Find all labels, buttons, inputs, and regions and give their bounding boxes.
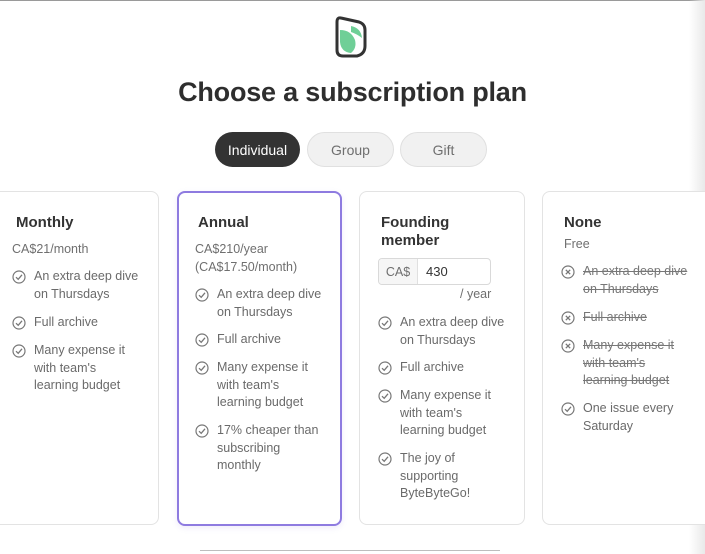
feature-text: The joy of supporting ByteByteGo! xyxy=(400,451,471,500)
check-circle-icon xyxy=(561,402,575,416)
check-circle-icon xyxy=(195,333,209,347)
plan-price-none: Free xyxy=(564,237,590,251)
check-circle-icon xyxy=(195,361,209,375)
tab-individual[interactable]: Individual xyxy=(215,132,300,167)
feature-text: Full archive xyxy=(217,332,281,346)
currency-label: CA$ xyxy=(379,259,418,284)
check-circle-icon xyxy=(12,344,26,358)
check-circle-icon xyxy=(12,270,26,284)
amount-input[interactable] xyxy=(418,259,490,284)
check-circle-icon xyxy=(378,452,392,466)
feature-text: Many expense it with team's learning bud… xyxy=(217,360,309,409)
plan-name-founding: Founding xyxy=(381,214,450,231)
feature-text: Full archive xyxy=(34,315,98,329)
plan-name-none: None xyxy=(564,214,602,231)
feature-text: An extra deep dive on Thursdays xyxy=(400,315,505,347)
continue-button-edge[interactable] xyxy=(200,550,500,554)
feature-text: Many expense it with team's learning bud… xyxy=(583,338,675,387)
tab-group[interactable]: Group xyxy=(307,132,394,167)
plan-name-member: member xyxy=(381,232,440,249)
founding-amount-field[interactable]: CA$ xyxy=(378,258,491,285)
check-circle-icon xyxy=(378,361,392,375)
feature-text: An extra deep dive on Thursdays xyxy=(34,269,139,301)
plan-name-annual: Annual xyxy=(198,214,249,231)
plan-name-monthly: Monthly xyxy=(16,214,74,231)
check-circle-icon xyxy=(378,316,392,330)
x-circle-icon xyxy=(561,339,575,353)
feature-text: Many expense it with team's learning bud… xyxy=(34,343,126,392)
feature-text: An extra deep dive on Thursdays xyxy=(217,287,322,319)
check-circle-icon xyxy=(195,288,209,302)
plan-price-monthly: CA$21/month xyxy=(12,242,89,256)
feature-text: An extra deep dive on Thursdays xyxy=(583,264,688,296)
x-circle-icon xyxy=(561,311,575,325)
feature-text: 17% cheaper than subscribing monthly xyxy=(217,423,319,472)
bytebytego-logo-icon xyxy=(335,16,367,58)
check-circle-icon xyxy=(378,389,392,403)
feature-text: Full archive xyxy=(583,310,647,324)
window-top-edge xyxy=(0,0,705,1)
feature-text: Full archive xyxy=(400,360,464,374)
per-year-label: / year xyxy=(460,287,492,301)
feature-text: Many expense it with team's learning bud… xyxy=(400,388,492,437)
plan-price-annual: CA$210/year xyxy=(195,242,268,256)
tab-gift[interactable]: Gift xyxy=(400,132,487,167)
feature-text: One issue every Saturday xyxy=(583,401,674,433)
plan-price-annual-monthly: (CA$17.50/month) xyxy=(195,260,298,274)
check-circle-icon xyxy=(195,424,209,438)
check-circle-icon xyxy=(12,316,26,330)
plan-type-tabs: Individual Group Gift xyxy=(0,132,705,167)
x-circle-icon xyxy=(561,265,575,279)
page-title: Choose a subscription plan xyxy=(178,77,527,107)
